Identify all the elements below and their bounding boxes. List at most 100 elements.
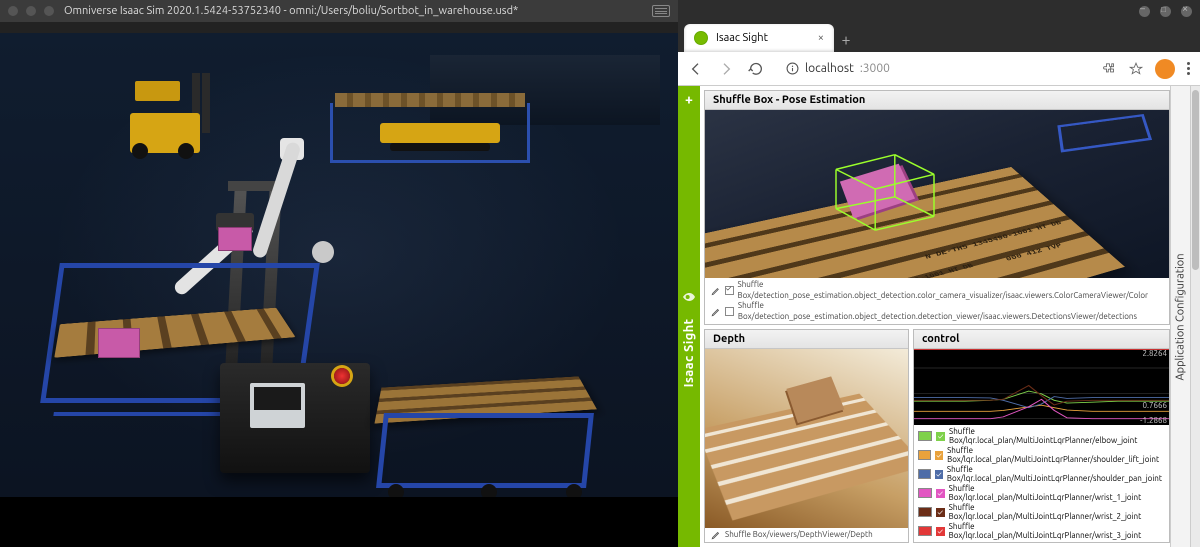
tab-favicon-icon xyxy=(694,31,708,45)
legend-checkbox[interactable]: ✓ xyxy=(936,527,945,536)
url-host: localhost xyxy=(805,62,854,75)
forward-icon[interactable] xyxy=(718,61,734,77)
new-tab-button[interactable]: + xyxy=(834,28,858,52)
legend-row[interactable]: ✓ Shuffle Box/lqr.local_plan/MultiJointLq… xyxy=(918,427,1165,445)
pink-box-graphic xyxy=(98,328,140,358)
control-panel[interactable]: control 2.8264 0.7666 -1.2868 ✓Shuffle B… xyxy=(913,329,1170,543)
legend-label: Shuffle Box/lqr.local_plan/MultiJointLqr… xyxy=(947,446,1165,464)
legend-row[interactable]: ✓ Shuffle Box/lqr.local_plan/MultiJointLq… xyxy=(918,522,1165,540)
robot-base-graphic xyxy=(220,363,370,473)
legend-label: Shuffle Box/lqr.local_plan/MultiJointLqr… xyxy=(949,427,1165,445)
legend-label: Shuffle Box/lqr.local_plan/MultiJointLqr… xyxy=(949,503,1165,521)
legend-row[interactable]: ✓ Shuffle Box/lqr.local_plan/MultiJointLq… xyxy=(918,503,1165,521)
legend-row[interactable]: ✓ Shuffle Box/lqr.local_plan/MultiJointLq… xyxy=(918,446,1165,464)
browser-tabbar[interactable]: Isaac Sight × + xyxy=(678,22,1200,52)
window-title: Omniverse Isaac Sim 2020.1.5424-53752340… xyxy=(64,5,518,17)
legend-label: Shuffle Box/lqr.local_plan/MultiJointLqr… xyxy=(949,522,1165,540)
legend-checkbox[interactable]: ✓ xyxy=(935,470,943,479)
window-controls[interactable] xyxy=(8,6,54,16)
tab-title: Isaac Sight xyxy=(716,32,768,44)
app-config-sidebar[interactable]: Application Configuration xyxy=(1170,86,1190,547)
browser-tab[interactable]: Isaac Sight × xyxy=(684,24,834,52)
legend-row[interactable]: ✓ Shuffle Box/lqr.local_plan/MultiJointLq… xyxy=(918,465,1165,483)
maximize-window-icon[interactable] xyxy=(44,6,54,16)
bookmark-star-icon[interactable] xyxy=(1129,62,1143,76)
edit-channel-icon[interactable] xyxy=(711,307,721,317)
channel-checkbox[interactable] xyxy=(725,286,734,295)
scroll-thumb[interactable] xyxy=(1192,90,1199,270)
sidebar-title: Isaac Sight xyxy=(682,319,696,388)
legend-label: Shuffle Box/lqr.local_plan/MultiJointLqr… xyxy=(947,465,1165,483)
extension-icon[interactable] xyxy=(1103,62,1117,76)
grasped-box-graphic xyxy=(218,227,252,251)
sortbot-graphic xyxy=(60,133,510,463)
y-tick: 2.8264 xyxy=(1142,349,1167,358)
hamburger-menu-icon[interactable] xyxy=(652,5,670,17)
channel-path: Shuffle Box/detection_pose_estimation.ob… xyxy=(738,280,1164,301)
channel-checkbox[interactable] xyxy=(725,307,734,316)
page-scrollbar[interactable] xyxy=(1190,86,1200,547)
close-icon[interactable] xyxy=(1181,6,1192,17)
browser-window-controls[interactable] xyxy=(678,0,1200,22)
sidebar-label: Application Configuration xyxy=(1175,253,1187,380)
legend-swatch xyxy=(918,431,932,441)
pose-estimation-panel[interactable]: Shuffle Box - Pose Estimation N DE-TH5 1… xyxy=(704,90,1170,325)
legend-row[interactable]: ✓ Shuffle Box/lqr.local_plan/MultiJointLq… xyxy=(918,484,1165,502)
back-icon[interactable] xyxy=(688,61,704,77)
legend-checkbox[interactable]: ✓ xyxy=(935,451,943,460)
y-tick: -1.2868 xyxy=(1140,416,1167,425)
minimize-icon[interactable] xyxy=(1139,6,1150,17)
panel-title: Shuffle Box - Pose Estimation xyxy=(713,94,865,106)
depth-panel[interactable]: Depth Shuffle Box/viewers/DepthViewer/De… xyxy=(704,329,909,543)
edit-channel-icon[interactable] xyxy=(711,286,721,296)
minimize-window-icon[interactable] xyxy=(26,6,36,16)
maximize-icon[interactable] xyxy=(1160,6,1171,17)
control-chart: 2.8264 0.7666 -1.2868 xyxy=(914,349,1169,425)
estop-button-graphic xyxy=(334,368,350,384)
site-info-icon[interactable] xyxy=(786,62,799,75)
legend-swatch xyxy=(918,450,931,460)
url-port: :3000 xyxy=(860,62,890,75)
address-bar[interactable]: localhost :3000 xyxy=(778,59,1089,78)
add-panel-button[interactable]: + xyxy=(681,92,697,108)
control-legend: ✓Shuffle Box/lqr.local_plan/MultiJointLq… xyxy=(914,425,1169,542)
legend-swatch xyxy=(918,526,932,536)
legend-swatch xyxy=(918,488,932,498)
reload-icon[interactable] xyxy=(748,61,764,77)
browser-window: Isaac Sight × + localhost :3000 + xyxy=(678,0,1200,547)
browser-toolbar: localhost :3000 xyxy=(678,52,1200,86)
channel-path: Shuffle Box/detection_pose_estimation.ob… xyxy=(738,301,1163,322)
sim-statusbar xyxy=(0,497,678,547)
channel-path: Shuffle Box/viewers/DepthViewer/Depth xyxy=(725,530,873,540)
isaac-sim-window: Omniverse Isaac Sim 2020.1.5424-53752340… xyxy=(0,0,678,547)
y-tick: 0.7666 xyxy=(1142,401,1167,410)
target-pallet-graphic xyxy=(380,368,590,488)
sim-toolbar xyxy=(0,22,678,33)
channel-row[interactable]: Shuffle Box/viewers/DepthViewer/Depth xyxy=(711,530,902,540)
close-window-icon[interactable] xyxy=(8,6,18,16)
legend-swatch xyxy=(918,507,932,517)
panel-title: control xyxy=(922,333,959,345)
legend-checkbox[interactable]: ✓ xyxy=(936,489,945,498)
pose-panel-channels: Shuffle Box/detection_pose_estimation.ob… xyxy=(705,278,1169,324)
legend-swatch xyxy=(918,469,931,479)
depth-view xyxy=(705,349,908,528)
isaac-sight-sidebar: + Isaac Sight xyxy=(678,86,700,547)
isaac-sim-titlebar[interactable]: Omniverse Isaac Sim 2020.1.5424-53752340… xyxy=(0,0,678,22)
sim-viewport[interactable] xyxy=(0,33,678,497)
gripper-graphic xyxy=(216,213,254,249)
profile-avatar-icon[interactable] xyxy=(1155,59,1175,79)
panel-title: Depth xyxy=(713,333,745,345)
legend-label: Shuffle Box/lqr.local_plan/MultiJointLqr… xyxy=(949,484,1165,502)
channel-row[interactable]: Shuffle Box/detection_pose_estimation.ob… xyxy=(711,301,1163,322)
tab-close-icon[interactable]: × xyxy=(818,32,824,44)
nvidia-logo-icon xyxy=(681,289,697,305)
browser-menu-icon[interactable] xyxy=(1187,62,1190,75)
pose-camera-view: N DE-TH5 1345490-1001 HT DB 000 412 TVP … xyxy=(705,110,1169,278)
legend-checkbox[interactable]: ✓ xyxy=(936,508,945,517)
robot-control-panel-graphic xyxy=(250,383,305,428)
edit-channel-icon[interactable] xyxy=(711,530,721,540)
channel-row[interactable]: Shuffle Box/detection_pose_estimation.ob… xyxy=(711,280,1163,301)
bounding-box-3d xyxy=(825,140,945,238)
legend-checkbox[interactable]: ✓ xyxy=(936,432,945,441)
